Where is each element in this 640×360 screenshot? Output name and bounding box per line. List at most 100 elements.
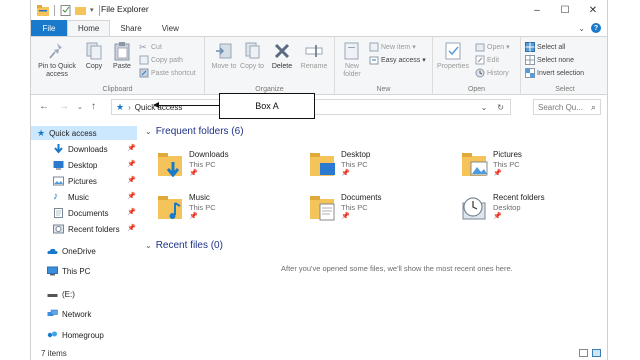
rename-button[interactable]: Rename <box>299 41 329 71</box>
properties-button[interactable]: Properties <box>435 41 471 71</box>
folder-tile-music[interactable]: Music This PC 📌 <box>157 191 297 231</box>
quick-access-star-icon: ★ <box>116 101 125 112</box>
history-button[interactable]: History <box>475 68 509 78</box>
nav-item-downloads[interactable]: Downloads <box>53 142 108 156</box>
folder-location: This PC <box>341 160 368 169</box>
drive-icon <box>47 294 58 297</box>
delete-button[interactable]: Delete <box>269 41 295 71</box>
pin-icon[interactable]: 📌 <box>127 176 136 184</box>
address-dropdown-icon[interactable]: ⌄ <box>481 103 488 112</box>
recent-files-empty-message: After you've opened some files, we'll sh… <box>281 264 513 273</box>
nav-quick-access[interactable]: ★ Quick access <box>31 126 137 140</box>
window-controls: – ☐ ✕ <box>523 0 607 20</box>
navigation-pane: ★ Quick access Downloads 📌 Desktop 📌 Pic… <box>31 120 139 346</box>
downloads-folder-icon <box>158 153 182 178</box>
move-to-button[interactable]: Move to <box>211 41 237 71</box>
breadcrumb-separator[interactable]: › <box>128 103 131 112</box>
nav-item-pictures[interactable]: Pictures <box>53 174 97 188</box>
status-bar: 7 items <box>31 346 607 360</box>
edit-icon <box>475 55 485 65</box>
select-none-button[interactable]: Select none <box>525 55 574 65</box>
folder-tile-downloads[interactable]: Downloads This PC 📌 <box>157 148 297 188</box>
collapse-chevron-icon[interactable]: ⌄ <box>145 241 152 250</box>
homegroup-icon <box>47 331 57 338</box>
pin-icon[interactable]: 📌 <box>127 224 136 232</box>
new-folder-button[interactable]: New folder <box>339 41 365 79</box>
nav-item-music[interactable]: ♪ Music <box>53 190 89 204</box>
music-folder-icon <box>158 196 182 219</box>
nav-homegroup[interactable]: Homegroup <box>47 328 104 342</box>
copy-path-button[interactable]: Copy path <box>139 55 183 65</box>
new-folder-label: New folder <box>343 63 361 78</box>
search-box[interactable]: Search Qu... ⌕ <box>533 99 601 115</box>
edit-button[interactable]: Edit <box>475 55 499 65</box>
forward-arrow-icon[interactable]: → <box>59 101 69 112</box>
new-group-label: New <box>376 86 391 93</box>
pin-icon: 📌 <box>189 213 198 220</box>
tab-home[interactable]: Home <box>67 20 111 36</box>
search-icon[interactable]: ⌕ <box>591 102 596 113</box>
pin-icon[interactable]: 📌 <box>127 160 136 168</box>
pin-icon[interactable]: 📌 <box>127 144 136 152</box>
nav-item-recent-folders[interactable]: Recent folders <box>53 222 120 236</box>
nav-item-desktop[interactable]: Desktop <box>53 158 97 172</box>
recent-locations-chevron-icon[interactable]: ⌄ <box>77 103 83 111</box>
expand-ribbon-icon[interactable]: ⌄ <box>578 24 585 33</box>
up-arrow-icon[interactable]: ↑ <box>91 101 96 112</box>
search-input[interactable]: Search Qu... <box>538 103 583 112</box>
desktop-folder-icon <box>310 153 335 176</box>
folder-tile-recent-folders[interactable]: Recent folders Desktop 📌 <box>461 191 601 231</box>
easy-access-button[interactable]: Easy access ▾ <box>369 55 426 65</box>
collapse-chevron-icon[interactable]: ⌄ <box>145 127 152 136</box>
nav-network[interactable]: Network <box>47 307 91 321</box>
tab-share[interactable]: Share <box>110 20 151 36</box>
help-icon[interactable]: ? <box>591 23 601 33</box>
invert-selection-button[interactable]: Invert selection <box>525 68 584 78</box>
select-all-icon <box>525 42 535 52</box>
refresh-icon[interactable]: ↻ <box>497 103 504 112</box>
folder-tile-desktop[interactable]: Desktop This PC 📌 <box>309 148 449 188</box>
select-all-button[interactable]: Select all <box>525 42 565 52</box>
pin-to-quick-access-button[interactable]: Pin to Quick access <box>35 41 79 79</box>
paste-shortcut-icon <box>139 68 149 78</box>
title-bar: ▾ File Explorer – ☐ ✕ <box>31 0 607 20</box>
nav-drive-e[interactable]: (E:) <box>47 287 75 301</box>
tab-file[interactable]: File <box>31 20 67 36</box>
move-to-icon <box>216 43 232 59</box>
paste-icon <box>114 42 130 61</box>
folder-location: This PC <box>341 203 368 212</box>
nav-this-pc[interactable]: This PC <box>47 264 90 278</box>
pin-icon[interactable]: 📌 <box>127 192 136 200</box>
close-button[interactable]: ✕ <box>579 0 607 20</box>
copy-to-button[interactable]: Copy to <box>239 41 265 71</box>
recent-files-header[interactable]: ⌄ Recent files (0) <box>145 240 223 251</box>
frequent-folders-header[interactable]: ⌄ Frequent folders (6) <box>145 126 244 137</box>
folder-tile-documents[interactable]: Documents This PC 📌 <box>309 191 449 231</box>
annotation-box-a: Box A <box>219 93 315 119</box>
nav-onedrive[interactable]: OneDrive <box>47 244 96 258</box>
folder-name: Pictures <box>493 150 522 159</box>
folder-app-icon <box>37 4 49 16</box>
maximize-button[interactable]: ☐ <box>551 0 579 20</box>
properties-icon[interactable] <box>60 4 72 16</box>
select-none-icon <box>525 55 535 65</box>
customize-toolbar-dropdown-icon[interactable]: ▾ <box>90 6 94 14</box>
minimize-button[interactable]: – <box>523 0 551 20</box>
back-arrow-icon[interactable]: ← <box>39 101 49 112</box>
view-switcher <box>579 349 601 357</box>
nav-item-documents[interactable]: Documents <box>53 206 108 220</box>
open-group-label: Open <box>467 86 486 93</box>
copy-button[interactable]: Copy <box>83 41 105 71</box>
new-item-button[interactable]: New item ▾ <box>369 42 416 52</box>
folder-tile-pictures[interactable]: Pictures This PC 📌 <box>461 148 601 188</box>
paste-shortcut-button[interactable]: Paste shortcut <box>139 68 196 78</box>
open-button[interactable]: Open ▾ <box>475 42 510 52</box>
pin-icon <box>49 43 62 59</box>
details-view-icon[interactable] <box>579 349 588 357</box>
pin-icon[interactable]: 📌 <box>127 208 136 216</box>
large-icons-view-icon[interactable] <box>592 349 601 357</box>
cut-button[interactable]: ✂ Cut <box>139 42 162 52</box>
new-folder-icon[interactable] <box>75 5 87 16</box>
paste-button[interactable]: Paste <box>111 41 133 71</box>
tab-view[interactable]: View <box>152 20 189 36</box>
